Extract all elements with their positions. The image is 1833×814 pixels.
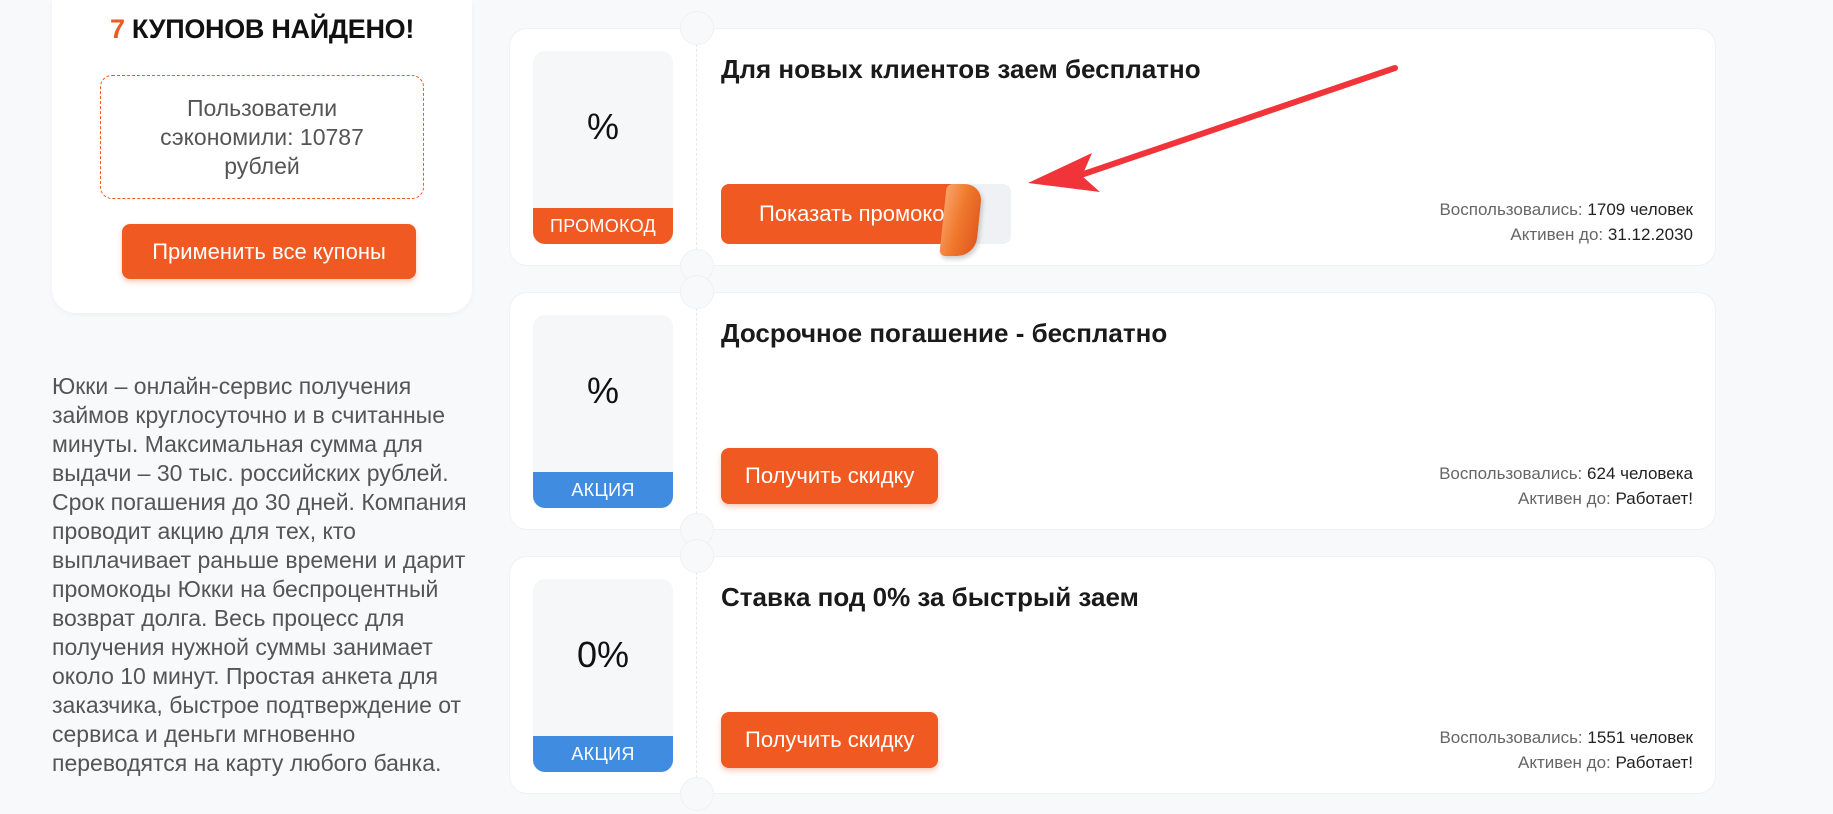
coupon-badge: 0% АКЦИЯ bbox=[533, 579, 673, 772]
coupon-meta: Воспользовались: 624 человека Активен до… bbox=[1439, 461, 1693, 511]
badge-type-label: АКЦИЯ bbox=[533, 736, 673, 772]
coupons-summary-card: 7 КУПОНОВ НАЙДЕНО! Пользователи сэкономи… bbox=[52, 0, 472, 313]
peel-corner-icon bbox=[939, 184, 983, 256]
coupon-meta: Воспользовались: 1709 человек Активен до… bbox=[1439, 197, 1693, 247]
badge-value: 0% bbox=[576, 634, 630, 675]
active-value: Работает! bbox=[1615, 753, 1694, 772]
used-value: 1551 человек bbox=[1587, 728, 1693, 747]
active-label: Активен до: bbox=[1518, 489, 1611, 508]
active-value: Работает! bbox=[1615, 489, 1694, 508]
get-discount-button[interactable]: Получить скидку bbox=[721, 448, 939, 504]
coupon-divider bbox=[696, 293, 697, 529]
page: 7 КУПОНОВ НАЙДЕНО! Пользователи сэкономи… bbox=[0, 0, 1833, 814]
badge-value: % bbox=[586, 370, 619, 411]
coupons-found-label: КУПОНОВ НАЙДЕНО! bbox=[131, 14, 415, 44]
used-label: Воспользовались: bbox=[1439, 728, 1583, 747]
used-value: 624 человека bbox=[1587, 464, 1693, 483]
coupon-notch bbox=[680, 275, 714, 309]
coupon-used-row: Воспользовались: 624 человека bbox=[1439, 461, 1693, 486]
used-label: Воспользовались: bbox=[1439, 200, 1583, 219]
show-promocode-control[interactable]: Показать промокод bbox=[721, 184, 1011, 256]
active-label: Активен до: bbox=[1518, 753, 1611, 772]
company-description: Юкки – онлайн-сервис получения займов кр… bbox=[52, 373, 467, 776]
coupon-title: Досрочное погашение - бесплатно bbox=[721, 318, 1168, 348]
show-promocode-button[interactable]: Показать промокод bbox=[721, 184, 959, 244]
coupon-divider bbox=[696, 557, 697, 793]
badge-type-label: ПРОМОКОД bbox=[533, 208, 673, 244]
coupon-badge: % ПРОМОКОД bbox=[533, 51, 673, 244]
coupon-notch bbox=[680, 11, 714, 45]
active-value: 31.12.2030 bbox=[1607, 225, 1693, 244]
used-label: Воспользовались: bbox=[1439, 464, 1583, 483]
get-discount-button[interactable]: Получить скидку bbox=[721, 712, 939, 768]
coupon-divider bbox=[696, 29, 697, 265]
active-label: Активен до: bbox=[1510, 225, 1604, 244]
coupons-count: 7 bbox=[109, 14, 125, 44]
coupon-active-row: Активен до: Работает! bbox=[1439, 486, 1693, 511]
coupon-badge: % АКЦИЯ bbox=[533, 315, 673, 508]
coupon-used-row: Воспользовались: 1709 человек bbox=[1439, 197, 1693, 222]
annotation-arrow-icon bbox=[1028, 65, 1398, 192]
coupon-notch bbox=[680, 777, 714, 811]
coupon-active-row: Активен до: Работает! bbox=[1439, 750, 1693, 775]
savings-box: Пользователи сэкономили: 10787 рублей bbox=[100, 75, 424, 199]
coupon-notch bbox=[680, 539, 714, 573]
apply-all-coupons-button[interactable]: Применить все купоны bbox=[122, 224, 416, 279]
coupons-found-heading: 7 КУПОНОВ НАЙДЕНО! bbox=[52, 14, 472, 45]
coupon-meta: Воспользовались: 1551 человек Активен до… bbox=[1439, 725, 1693, 775]
coupon-used-row: Воспользовались: 1551 человек bbox=[1439, 725, 1693, 750]
coupon-card: % АКЦИЯ Досрочное погашение - бесплатно … bbox=[509, 275, 1716, 547]
coupon-active-row: Активен до: 31.12.2030 bbox=[1439, 222, 1693, 247]
badge-value: % bbox=[586, 106, 619, 147]
coupon-card: 0% АКЦИЯ Ставка под 0% за быстрый заем П… bbox=[509, 539, 1716, 811]
coupon-title: Ставка под 0% за быстрый заем bbox=[721, 582, 1139, 612]
used-value: 1709 человек bbox=[1587, 200, 1693, 219]
badge-type-label: АКЦИЯ bbox=[533, 472, 673, 508]
savings-text: Пользователи сэкономили: 10787 рублей bbox=[160, 94, 364, 179]
